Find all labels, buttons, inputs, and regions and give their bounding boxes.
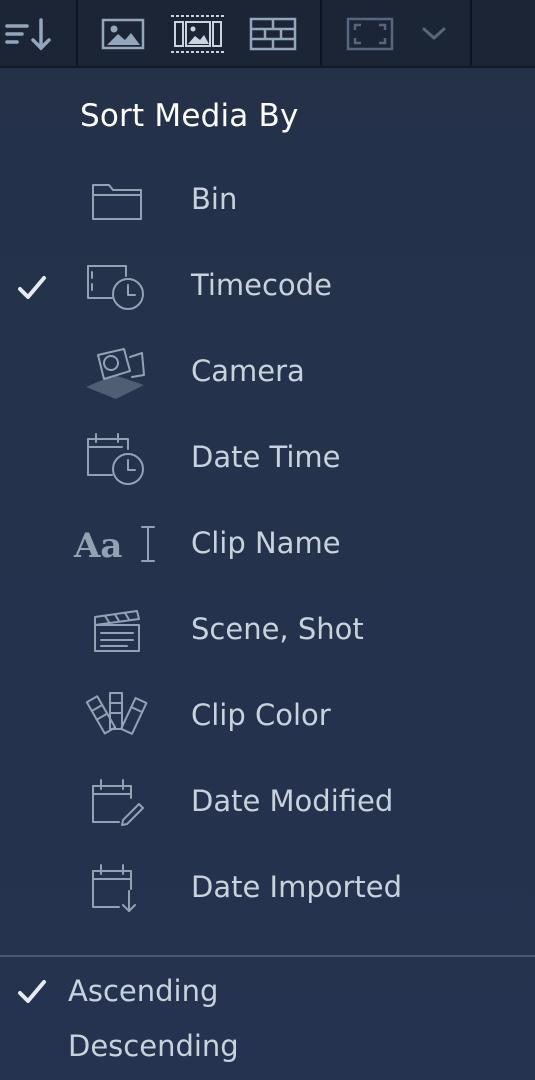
calendar-import-icon <box>72 856 162 920</box>
menu-item-label: Clip Name <box>191 526 341 560</box>
image-icon <box>101 18 145 50</box>
filmstrip-image-icon <box>171 15 225 53</box>
sort-menu: Sort Media By Bin Timecode Camera Date T… <box>0 68 535 1080</box>
menu-item-date-time[interactable]: Date Time <box>0 426 535 506</box>
menu-title: Sort Media By <box>80 98 299 134</box>
menu-item-descending[interactable]: Descending <box>0 1023 535 1073</box>
menu-item-label: Date Modified <box>191 784 394 818</box>
menu-item-clip-color[interactable]: Clip Color <box>0 684 535 764</box>
menu-item-camera[interactable]: Camera <box>0 340 535 420</box>
thumbnail-view-button[interactable] <box>98 12 148 56</box>
camera-icon <box>72 340 162 404</box>
menu-item-label: Scene, Shot <box>191 612 364 646</box>
svg-text:Aa: Aa <box>73 526 122 566</box>
menu-item-timecode[interactable]: Timecode <box>0 254 535 334</box>
more-dropdown-button[interactable] <box>414 12 454 56</box>
folder-icon <box>72 168 162 232</box>
clapperboard-icon <box>72 598 162 662</box>
menu-item-scene-shot[interactable]: Scene, Shot <box>0 598 535 678</box>
menu-item-label: Timecode <box>191 268 332 302</box>
menu-item-date-modified[interactable]: Date Modified <box>0 770 535 850</box>
menu-item-ascending[interactable]: Ascending <box>0 968 535 1018</box>
media-toolbar <box>0 0 535 68</box>
menu-item-label: Camera <box>191 354 305 388</box>
toolbar-divider <box>470 0 472 66</box>
timecode-icon <box>72 254 162 318</box>
menu-item-bin[interactable]: Bin <box>0 168 535 248</box>
menu-item-label: Descending <box>68 1029 239 1063</box>
menu-separator <box>0 955 535 957</box>
color-swatch-icon <box>72 684 162 748</box>
menu-item-date-imported[interactable]: Date Imported <box>0 856 535 936</box>
sort-button[interactable] <box>0 12 60 56</box>
checkmark-icon <box>18 276 46 299</box>
menu-item-label: Date Imported <box>191 870 403 904</box>
menu-item-label: Clip Color <box>191 698 331 732</box>
menu-item-label: Bin <box>191 182 238 216</box>
checkmark-icon <box>18 980 46 1003</box>
list-view-button[interactable] <box>247 12 299 56</box>
menu-item-clip-name[interactable]: Aa Clip Name <box>0 512 535 592</box>
calendar-clock-icon <box>72 426 162 490</box>
filmstrip-view-button[interactable] <box>168 12 228 56</box>
menu-item-label: Date Time <box>191 440 341 474</box>
grid-list-icon <box>249 17 297 51</box>
toolbar-divider <box>320 0 322 66</box>
menu-item-label: Ascending <box>68 974 219 1008</box>
sort-down-icon <box>5 18 51 51</box>
chevron-down-icon <box>422 27 446 40</box>
toolbar-divider <box>76 0 78 66</box>
sort-media-panel: Sort Media By Bin Timecode Camera Date T… <box>0 0 535 1080</box>
fullscreen-icon <box>346 17 394 51</box>
fullscreen-button[interactable] <box>343 12 397 56</box>
calendar-edit-icon <box>72 770 162 834</box>
text-cursor-icon: Aa <box>72 512 162 576</box>
